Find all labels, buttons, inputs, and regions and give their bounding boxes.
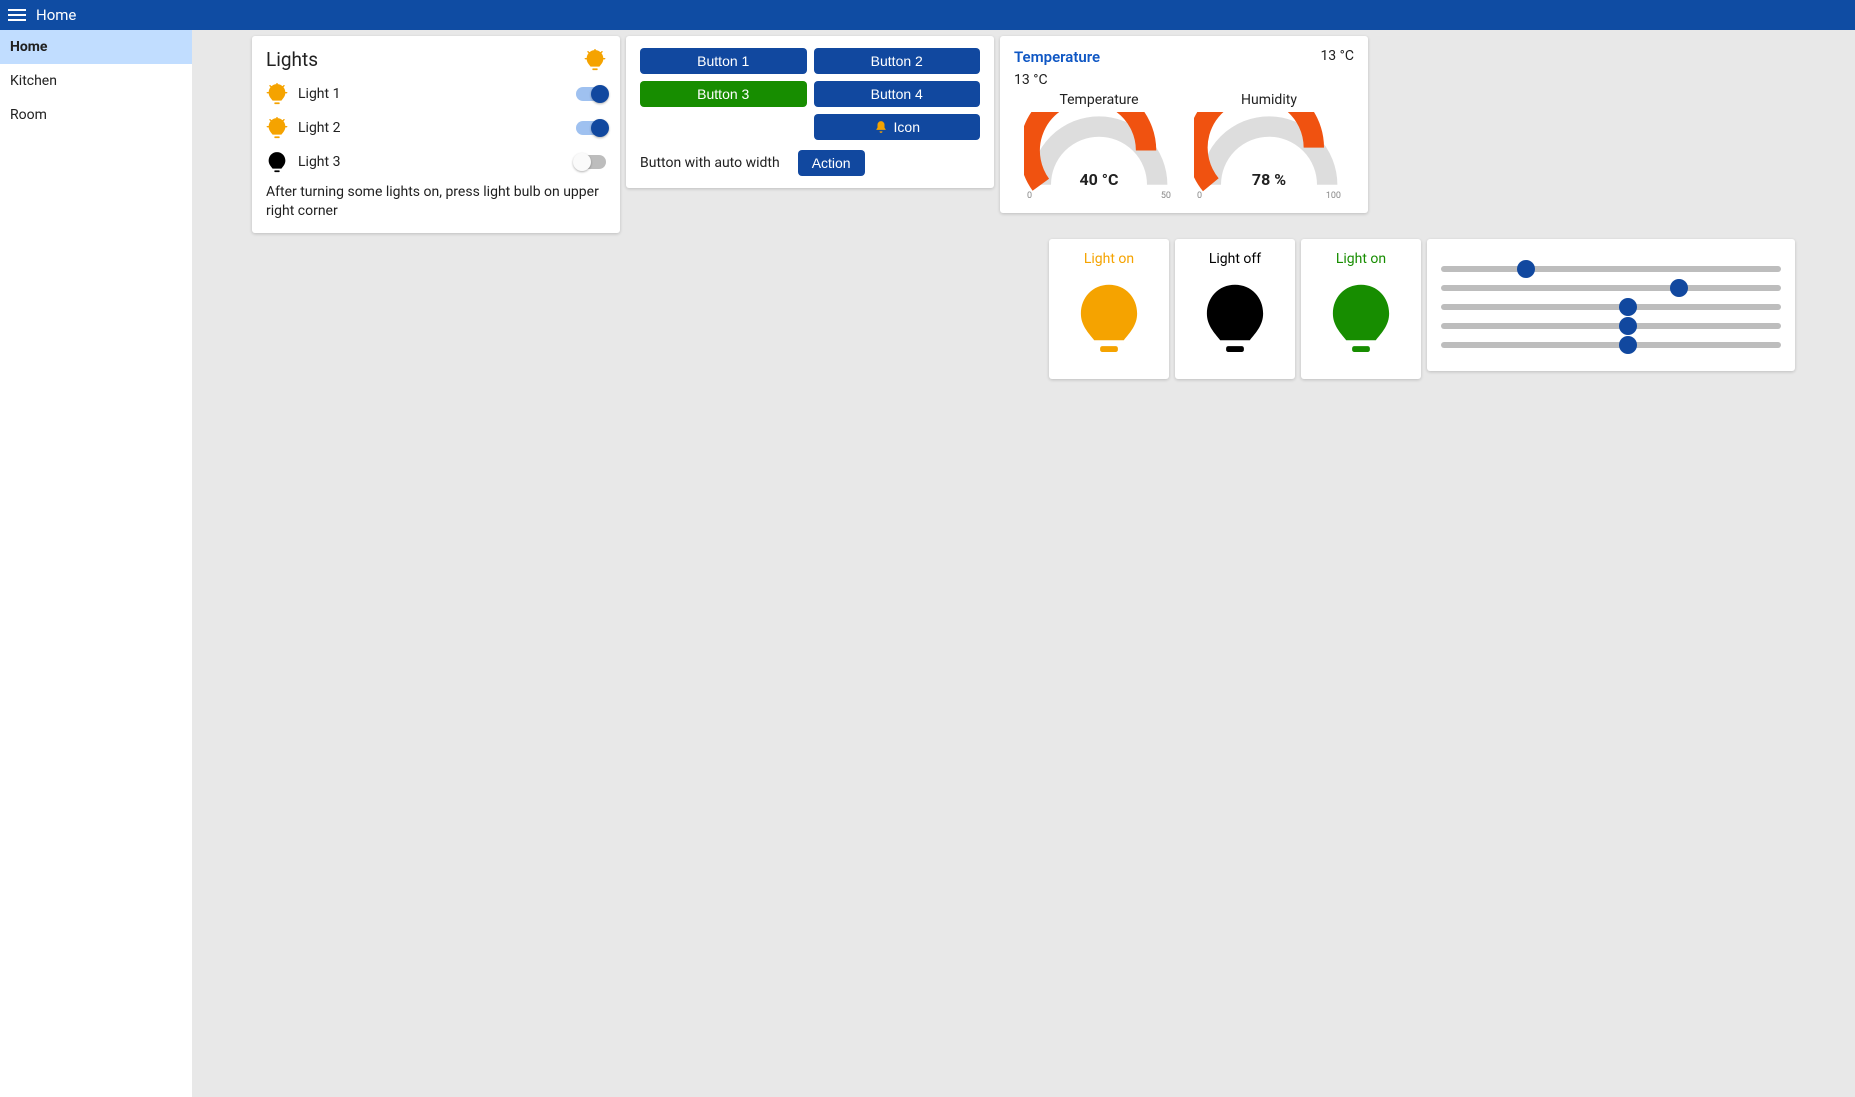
sidebar-item-room[interactable]: Room — [0, 98, 192, 132]
light-1-toggle[interactable] — [576, 87, 606, 101]
lights-card-title: Lights — [266, 48, 318, 71]
temperature-subtitle: 13 °C — [1014, 72, 1354, 88]
tile-light-on-green[interactable]: Light on — [1301, 239, 1421, 379]
lights-card: Lights Light 1 — [252, 36, 620, 233]
sidebar-item-home[interactable]: Home — [0, 30, 192, 64]
bell-icon — [874, 120, 888, 134]
button-2[interactable]: Button 2 — [814, 48, 981, 74]
gauge-temperature: Temperature 40 °C 0 50 — [1019, 92, 1179, 201]
tile-title: Light off — [1189, 251, 1281, 267]
buttons-card: Button 1 Button 2 Button 3 Button 4 Icon… — [626, 36, 994, 188]
slider-1[interactable] — [1441, 266, 1781, 272]
bulb-icon — [266, 151, 288, 173]
page-title: Home — [36, 6, 76, 24]
tile-title: Light on — [1063, 251, 1155, 267]
tile-title: Light on — [1315, 251, 1407, 267]
gauge-max: 50 — [1161, 191, 1171, 201]
bulb-icon — [1324, 273, 1398, 363]
action-button[interactable]: Action — [798, 150, 865, 176]
light-row-2: Light 2 — [266, 111, 606, 145]
light-label: Light 1 — [298, 86, 340, 102]
main-content: Lights Light 1 — [192, 30, 1855, 1097]
light-row-3: Light 3 — [266, 145, 606, 179]
temperature-value: 13 °C — [1320, 48, 1354, 64]
bulb-icon — [266, 117, 288, 139]
menu-icon[interactable] — [8, 6, 26, 24]
sidebar: Home Kitchen Room — [0, 30, 192, 1097]
bulb-icon — [1198, 273, 1272, 363]
bulb-icon[interactable] — [584, 49, 606, 71]
temperature-card: Temperature 13 °C 13 °C Temperature 40 °… — [1000, 36, 1368, 213]
temperature-title: Temperature — [1014, 48, 1100, 66]
gauge-label: Humidity — [1189, 92, 1349, 108]
bulb-icon — [266, 83, 288, 105]
slider-3[interactable] — [1441, 304, 1781, 310]
button-4[interactable]: Button 4 — [814, 81, 981, 107]
gauge-min: 0 — [1197, 191, 1202, 201]
slider-4[interactable] — [1441, 323, 1781, 329]
gauge-humidity: Humidity 78 % 0 100 — [1189, 92, 1349, 201]
bulb-icon — [1072, 273, 1146, 363]
light-3-toggle[interactable] — [576, 155, 606, 169]
tile-light-off[interactable]: Light off — [1175, 239, 1295, 379]
light-label: Light 2 — [298, 120, 340, 136]
gauge-min: 0 — [1027, 191, 1032, 201]
light-row-1: Light 1 — [266, 77, 606, 111]
button-3[interactable]: Button 3 — [640, 81, 807, 107]
lights-hint: After turning some lights on, press ligh… — [266, 183, 606, 221]
gauge-label: Temperature — [1019, 92, 1179, 108]
tile-light-on[interactable]: Light on — [1049, 239, 1169, 379]
button-icon-label: Icon — [894, 119, 920, 135]
slider-5[interactable] — [1441, 342, 1781, 348]
light-2-toggle[interactable] — [576, 121, 606, 135]
light-label: Light 3 — [298, 154, 340, 170]
topbar: Home — [0, 0, 1855, 30]
sliders-card — [1427, 239, 1795, 371]
gauge-max: 100 — [1326, 191, 1341, 201]
auto-width-label: Button with auto width — [640, 155, 780, 171]
button-icon[interactable]: Icon — [814, 114, 981, 140]
sidebar-item-kitchen[interactable]: Kitchen — [0, 64, 192, 98]
slider-2[interactable] — [1441, 285, 1781, 291]
button-1[interactable]: Button 1 — [640, 48, 807, 74]
